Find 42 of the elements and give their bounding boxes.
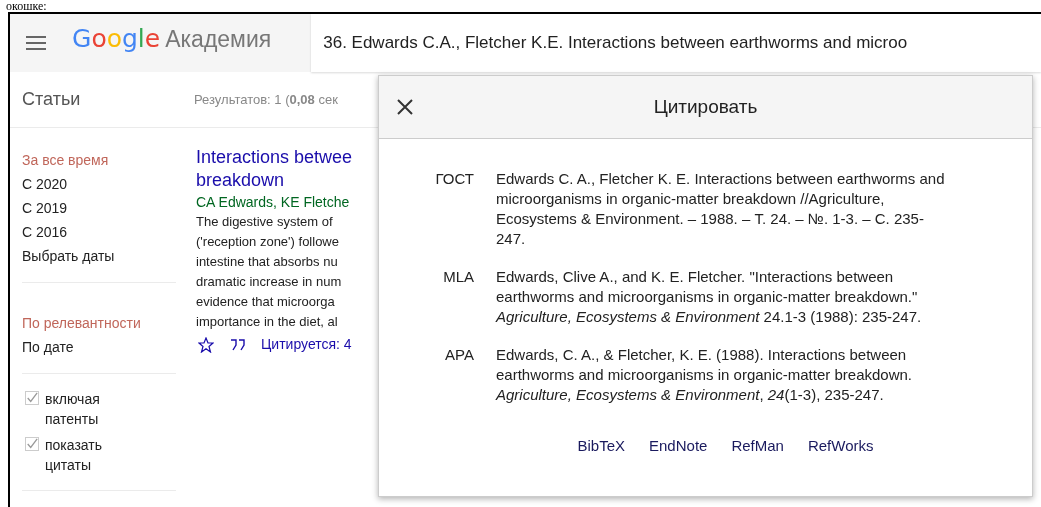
snippet-line: ('reception zone') followe [196,233,339,251]
citation-text: Edwards C. A., Fletcher K. E. Interactions between earthworms and microorganisms in organic-matter breakdown //Agriculture, Ecosystems & Environment. – 1988. – Т. 24. – №. 1-3. – С. 235-247. [496,169,946,249]
logo-text: Академия [165,25,272,55]
citation-style: ГОСТ [434,169,475,189]
result-title-link[interactable]: breakdown [196,169,285,192]
star-icon[interactable] [198,336,214,353]
snippet-line: dramatic increase in num [196,273,342,291]
time-filter-link[interactable]: Выбрать даты [22,246,176,267]
export-link[interactable]: RefWorks [807,435,874,458]
time-filter-link[interactable]: С 2020 [22,174,176,195]
snippet-line: intestine that absorbs nu [196,253,338,271]
export-link[interactable]: RefMan [731,435,784,458]
checkbox[interactable] [25,391,39,405]
checkbox-label: показать цитаты [45,436,104,475]
result-title-link[interactable]: Interactions betwee [196,146,353,169]
citation-text: Edwards, C. A., & Fletcher, K. E. (1988). Interactions between earthworms and microorganisms in organic-matter breakdown. Agriculture, Ecosystems & Environment, 24(1-3), 235-247. [496,345,913,405]
dialog-title: Цитировать [653,94,758,119]
menu-icon[interactable] [26,35,46,51]
cited-by-link[interactable]: Цитируется: 4 [261,334,352,355]
export-link[interactable]: BibTeX [577,435,625,458]
search-field[interactable]: 36. Edwards C.A., Fletcher K.E. Interactions between earthworms and microo [311,14,1041,72]
sort-link[interactable]: По дате [22,337,176,358]
result-authors: CA Edwards, KE Fletche [196,193,350,212]
sort-link[interactable]: По релевантности [22,313,176,334]
results-count: Результатов: 1 (0,08 сек [194,90,338,109]
export-link[interactable]: EndNote [649,435,708,458]
snippet-line: importance in the diet, al [196,313,338,331]
document-text: окошке: [6,0,47,12]
snippet-line: The digestive system of [196,213,333,231]
close-icon[interactable] [397,99,413,115]
citation-style: APA [444,345,475,365]
quote-icon[interactable] [230,338,245,351]
logo[interactable]: Google [72,20,161,58]
time-filter-link[interactable]: С 2019 [22,198,176,219]
checkbox[interactable] [25,437,39,451]
snippet-line: evidence that microorga [196,293,335,311]
time-filter-link[interactable]: За все время [22,150,176,171]
section-title: Статьи [22,88,82,111]
checkbox-label: включая патенты [45,390,101,429]
time-filter-link[interactable]: С 2016 [22,222,176,243]
citation-text: Edwards, Clive A., and K. E. Fletcher. "Interactions between earthworms and microorganisms in organic-matter breakdown." Agriculture, Ecosystems & Environment 24.1-3 (1988): 235-247. [496,267,923,327]
citation-style: MLA [442,267,475,287]
